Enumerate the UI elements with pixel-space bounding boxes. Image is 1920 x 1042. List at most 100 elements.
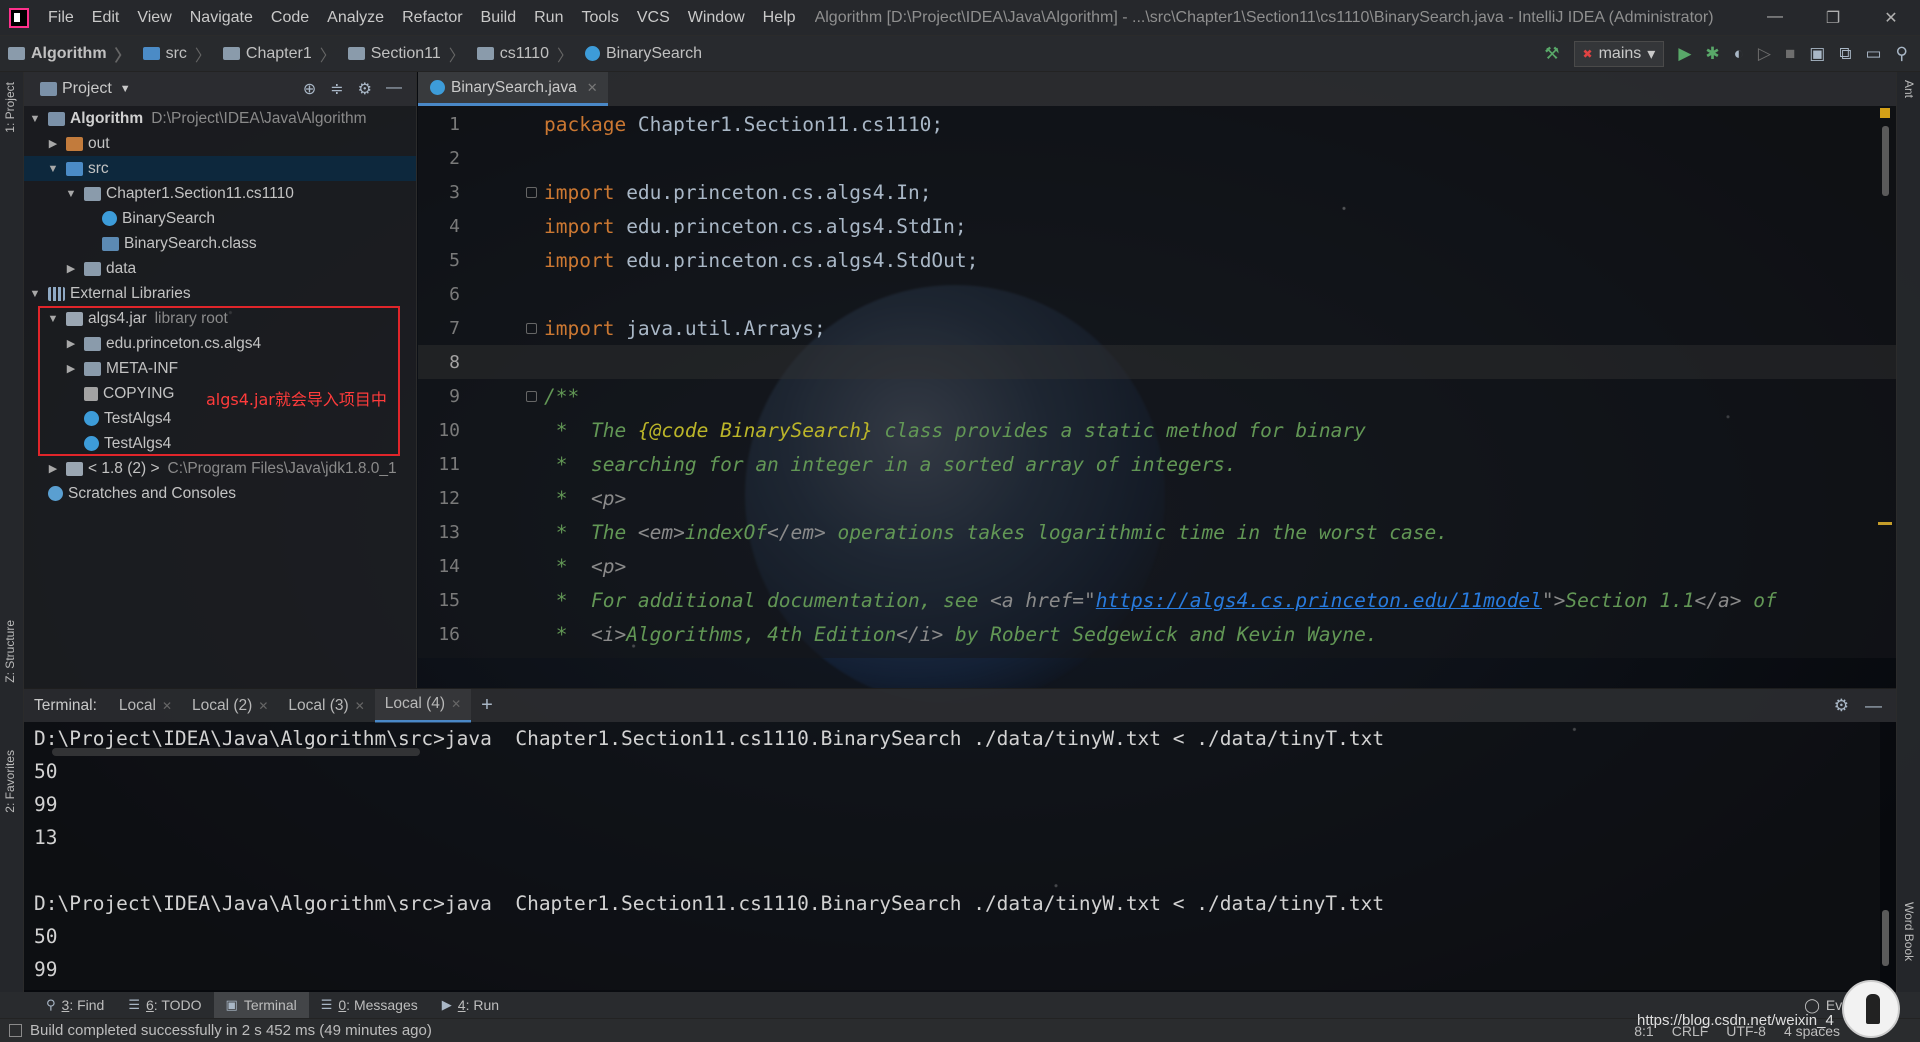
terminal-tab-local[interactable]: Local ✕ (109, 689, 182, 723)
menu-build[interactable]: Build (472, 9, 526, 27)
terminal-tab-local-3[interactable]: Local (3) ✕ (278, 689, 374, 723)
run-tool-button[interactable]: ▶ 4: Run (430, 992, 511, 1018)
warning-stripe-mark[interactable] (1878, 522, 1892, 525)
terminal-scrollbar[interactable] (1882, 910, 1889, 966)
tree-node-binarysearch-class[interactable]: BinarySearch.class (24, 231, 416, 256)
tree-node-src[interactable]: ▼ src (24, 156, 416, 181)
code-editor[interactable]: 1 package Chapter1.Section11.cs1110; 2 3 i… (418, 106, 1896, 658)
menu-analyze[interactable]: Analyze (318, 9, 393, 27)
expand-arrow-icon[interactable]: ▼ (46, 163, 60, 175)
close-tab-icon[interactable]: ✕ (162, 699, 172, 713)
gear-icon[interactable]: ⚙ (358, 79, 372, 99)
terminal-output[interactable]: D:\Project\IDEA\Java\Algorithm\src>java … (24, 722, 1880, 990)
status-message[interactable]: Build completed successfully in 2 s 452 … (30, 1022, 432, 1039)
presentation-icon[interactable]: ▭ (1865, 44, 1881, 64)
breadcrumb-section11[interactable]: Section11 〉 (340, 42, 469, 66)
tree-node-data[interactable]: ▶ data (24, 256, 416, 281)
build-hammer-icon[interactable]: ⚒ (1544, 44, 1559, 64)
fold-icon[interactable] (526, 187, 537, 198)
tree-label: Scratches and Consoles (68, 484, 237, 502)
code-token: </i> (896, 622, 944, 646)
collapse-arrow-icon[interactable]: ▶ (46, 137, 60, 150)
tree-node-binarysearch[interactable]: BinarySearch (24, 206, 416, 231)
menu-code[interactable]: Code (262, 9, 318, 27)
breadcrumb-binarysearch[interactable]: BinarySearch (577, 45, 706, 63)
code-line: 4 import edu.princeton.cs.algs4.StdIn; (418, 209, 1896, 243)
menu-run[interactable]: Run (525, 9, 572, 27)
tree-node-out[interactable]: ▶ out (24, 131, 416, 156)
fold-icon[interactable] (526, 391, 537, 402)
breadcrumb-src[interactable]: src 〉 (135, 42, 215, 66)
project-structure-icon[interactable]: ▣ (1809, 44, 1825, 64)
tree-node-package[interactable]: ▼ Chapter1.Section11.cs1110 (24, 181, 416, 206)
expand-arrow-icon[interactable]: ▼ (28, 113, 42, 125)
code-link[interactable]: https://algs4.cs.princeton.edu/11model (1096, 589, 1542, 612)
project-tool-button[interactable]: 1: Project (3, 82, 17, 133)
find-tool-button[interactable]: ⚲ 3: Find (34, 992, 116, 1018)
expand-arrow-icon[interactable]: ▼ (64, 188, 78, 200)
tree-node-scratches[interactable]: Scratches and Consoles (24, 481, 416, 506)
favorites-tool-button[interactable]: 2: Favorites (3, 750, 17, 813)
collapse-all-icon[interactable]: ≑ (330, 79, 343, 99)
breadcrumb-algorithm[interactable]: Algorithm 〉 (0, 42, 135, 66)
tree-node-algorithm[interactable]: ▼ Algorithm D:\Project\IDEA\Java\Algorit… (24, 106, 416, 131)
menu-refactor[interactable]: Refactor (393, 9, 471, 27)
minimize-button[interactable]: — (1746, 8, 1804, 28)
close-window-button[interactable]: ✕ (1862, 8, 1920, 28)
menu-view[interactable]: View (128, 9, 180, 27)
run-configuration-select[interactable]: ✖ mains ▾ (1573, 40, 1665, 67)
project-view-select[interactable]: Project (62, 80, 112, 98)
messages-tool-button[interactable]: ☰ 0: Messages (309, 992, 430, 1018)
wordbook-tool-button[interactable]: Word Book (1902, 902, 1916, 961)
restore-button[interactable]: ❐ (1804, 8, 1862, 28)
run-icon[interactable]: ▶ (1678, 44, 1691, 64)
search-icon[interactable]: ⚲ (1896, 44, 1908, 64)
menu-edit[interactable]: Edit (83, 9, 129, 27)
toggle-tool-windows-icon[interactable] (9, 1024, 22, 1037)
locate-icon[interactable]: ⊕ (303, 79, 316, 99)
chevron-down-icon[interactable]: ▼ (120, 83, 131, 95)
tab-binarysearch-java[interactable]: BinarySearch.java ✕ (418, 72, 608, 106)
todo-tool-button[interactable]: ☰ 6: TODO (116, 992, 213, 1018)
close-tab-icon[interactable]: ✕ (587, 80, 598, 96)
menu-vcs[interactable]: VCS (628, 9, 679, 27)
expand-arrow-icon[interactable]: ▼ (28, 288, 42, 300)
tree-node-external-libraries[interactable]: ▼ External Libraries (24, 281, 416, 306)
code-token: /** (544, 384, 580, 408)
coverage-icon[interactable]: ◐ (1734, 44, 1744, 64)
profile-icon[interactable]: ▷ (1758, 44, 1771, 64)
hide-icon[interactable]: — (1865, 696, 1882, 716)
menu-file[interactable]: File (39, 9, 83, 27)
fold-icon[interactable] (526, 323, 537, 334)
terminal-tool-button[interactable]: ▣ Terminal (213, 992, 309, 1018)
stop-icon[interactable]: ■ (1785, 44, 1795, 64)
menu-window[interactable]: Window (679, 9, 754, 27)
structure-tool-button[interactable]: Z: Structure (3, 620, 17, 683)
menu-tools[interactable]: Tools (572, 9, 627, 27)
close-tab-icon[interactable]: ✕ (258, 699, 268, 713)
collapse-arrow-icon[interactable]: ▶ (64, 262, 78, 275)
editor-vertical-scrollbar[interactable] (1882, 126, 1889, 196)
close-tab-icon[interactable]: ✕ (451, 697, 461, 711)
code-token: package (544, 112, 627, 136)
ant-tool-button[interactable]: Ant (1902, 80, 1916, 98)
terminal-tab-local-4[interactable]: Local (4) ✕ (374, 688, 472, 723)
tree-label: BinarySearch (122, 209, 216, 227)
module-icon (48, 111, 65, 126)
close-tab-icon[interactable]: ✕ (355, 699, 365, 713)
collapse-arrow-icon[interactable]: ▶ (46, 462, 60, 475)
watermark-text: https://blog.csdn.net/weixin_4 (1637, 1012, 1834, 1029)
hide-icon[interactable]: — (386, 79, 402, 99)
new-terminal-button[interactable]: + (471, 689, 503, 723)
menu-navigate[interactable]: Navigate (181, 9, 262, 27)
menu-help[interactable]: Help (754, 9, 805, 27)
terminal-tab-local-2[interactable]: Local (2) ✕ (182, 689, 278, 723)
translate-icon[interactable]: ⧉ (1839, 44, 1851, 64)
tree-node-jdk[interactable]: ▶ < 1.8 (2) > C:\Program Files\Java\jdk1… (24, 456, 416, 481)
inspection-warning-icon[interactable] (1880, 108, 1890, 118)
breadcrumb-chapter1[interactable]: Chapter1 〉 (215, 42, 340, 66)
code-token: * (544, 554, 591, 578)
debug-icon[interactable]: ✱ (1705, 44, 1719, 64)
gear-icon[interactable]: ⚙ (1834, 696, 1849, 716)
breadcrumb-cs1110[interactable]: cs1110 〉 (469, 42, 577, 66)
